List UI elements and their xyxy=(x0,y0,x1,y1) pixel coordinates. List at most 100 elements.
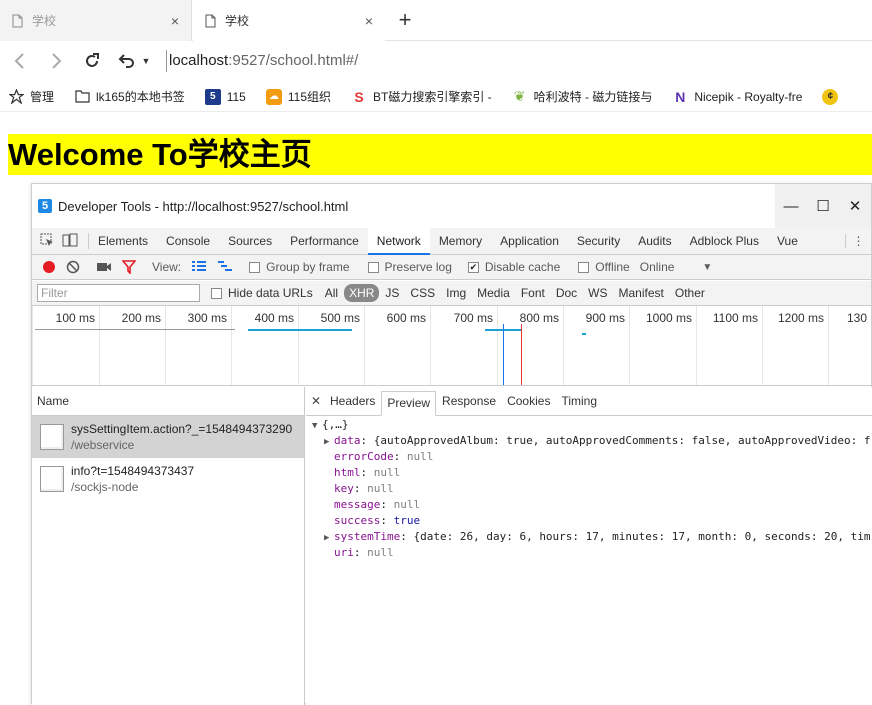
tab-timing[interactable]: Timing xyxy=(556,387,602,416)
devtools-tabbar: Elements Console Sources Performance Net… xyxy=(32,227,871,255)
bookmark-bt[interactable]: S BT磁力搜索引擎索引 - xyxy=(351,88,491,105)
name-column-header[interactable]: Name xyxy=(32,387,304,416)
large-rows-icon[interactable] xyxy=(191,261,207,273)
maximize-icon[interactable]: ☐ xyxy=(807,184,839,228)
undo-icon[interactable] xyxy=(115,50,139,72)
tab-network[interactable]: Network xyxy=(367,227,430,255)
json-systemtime-row[interactable]: ▶ systemTime: {date: 26, day: 6, hours: 1… xyxy=(312,529,872,545)
browser-tab-2[interactable]: 学校 × xyxy=(193,0,385,41)
close-icon[interactable]: ✕ xyxy=(307,394,325,408)
filter-other[interactable]: Other xyxy=(670,284,710,302)
tab-cookies[interactable]: Cookies xyxy=(502,387,555,416)
timeline-bar xyxy=(35,329,235,330)
tab-headers[interactable]: Headers xyxy=(325,387,380,416)
group-by-frame-toggle[interactable]: Group by frame xyxy=(249,260,350,274)
timeline-bar xyxy=(582,333,586,335)
filter-img[interactable]: Img xyxy=(441,284,471,302)
device-toolbar-icon[interactable] xyxy=(62,233,78,250)
new-tab-button[interactable]: + xyxy=(393,8,417,32)
filter-js[interactable]: JS xyxy=(380,284,404,302)
reload-icon[interactable] xyxy=(80,50,104,72)
checkbox[interactable] xyxy=(211,287,222,299)
filter-font[interactable]: Font xyxy=(516,284,550,302)
timeline-tick: 900 ms xyxy=(563,306,629,385)
tab-audits[interactable]: Audits xyxy=(629,228,680,255)
tab-label: 学校 xyxy=(32,14,57,28)
filter-css[interactable]: CSS xyxy=(405,284,440,302)
filter-bar: Filter Hide data URLs All XHR JS CSS Img… xyxy=(32,281,871,306)
hide-data-urls-toggle[interactable]: Hide data URLs xyxy=(211,286,313,300)
tab-response[interactable]: Response xyxy=(437,387,501,416)
tab-console[interactable]: Console xyxy=(157,228,219,255)
disable-cache-toggle[interactable]: ✔ Disable cache xyxy=(467,260,560,274)
bookmark-115-org[interactable]: ☁ 115组织 xyxy=(265,88,331,105)
checkbox-checked[interactable]: ✔ xyxy=(467,261,479,273)
bookmark-overflow[interactable]: ¢ xyxy=(822,88,844,105)
close-window-icon[interactable]: ✕ xyxy=(839,184,871,228)
bookmark-harry-potter[interactable]: ❦ 哈利波特 - 磁力链接与 xyxy=(512,88,653,105)
close-icon[interactable]: × xyxy=(165,13,185,29)
waterfall-icon[interactable] xyxy=(217,261,233,273)
checkbox[interactable] xyxy=(249,261,261,273)
record-icon[interactable] xyxy=(42,260,56,274)
browser-tab-1[interactable]: 学校 × xyxy=(0,0,192,41)
filter-all[interactable]: All xyxy=(320,284,343,302)
request-row[interactable]: sysSettingItem.action?_=1548494373290 /w… xyxy=(32,416,304,458)
checkbox[interactable] xyxy=(367,261,379,273)
json-root[interactable]: ▼ {,…} xyxy=(312,417,872,433)
offline-toggle[interactable]: Offline xyxy=(578,260,630,274)
inspect-icon[interactable] xyxy=(40,233,54,250)
tab-preview[interactable]: Preview xyxy=(381,390,437,416)
network-overview-timeline[interactable]: 100 ms 200 ms 300 ms 400 ms 500 ms 600 m… xyxy=(32,306,871,386)
tab-performance[interactable]: Performance xyxy=(281,228,368,255)
filter-input[interactable]: Filter xyxy=(37,284,200,302)
minimize-icon[interactable]: — xyxy=(775,184,807,228)
filter-ws[interactable]: WS xyxy=(583,284,612,302)
tab-application[interactable]: Application xyxy=(491,228,568,255)
filter-doc[interactable]: Doc xyxy=(551,284,582,302)
history-dropdown-icon[interactable]: ▼ xyxy=(140,50,152,72)
filter-icon[interactable] xyxy=(122,260,136,274)
timeline-tick: 100 ms xyxy=(32,306,99,385)
tab-sources[interactable]: Sources xyxy=(219,228,281,255)
timeline-tick: 800 ms xyxy=(497,306,563,385)
checkbox[interactable] xyxy=(578,261,590,273)
json-data-row[interactable]: ▶ data: {autoApprovedAlbum: true, autoApp… xyxy=(312,433,872,449)
bookmark-115[interactable]: 5 115 xyxy=(204,88,246,105)
close-icon[interactable]: × xyxy=(359,13,379,29)
clear-icon[interactable] xyxy=(66,260,80,274)
collapsed-triangle-icon[interactable]: ▶ xyxy=(324,530,334,546)
115-icon: 5 xyxy=(204,88,221,105)
timeline-tick: 300 ms xyxy=(165,306,231,385)
url-field[interactable]: localhost:9527/school.html#/ xyxy=(166,50,358,72)
request-list: Name sysSettingItem.action?_=15484943732… xyxy=(32,387,305,705)
bookmark-label: 管理 xyxy=(30,90,55,104)
preserve-log-toggle[interactable]: Preserve log xyxy=(367,260,452,274)
more-options-icon[interactable]: ⋮ xyxy=(845,234,871,248)
bookmark-label: 哈利波特 - 磁力链接与 xyxy=(533,90,653,104)
tab-memory[interactable]: Memory xyxy=(430,228,491,255)
tab-adblock-plus[interactable]: Adblock Plus xyxy=(681,228,768,255)
folder-icon xyxy=(74,89,90,105)
devtools-window: 5 Developer Tools - http://localhost:952… xyxy=(31,183,872,705)
tab-security[interactable]: Security xyxy=(568,228,629,255)
bookmark-folder[interactable]: lk165的本地书签 xyxy=(74,88,185,105)
bookmark-nicepik[interactable]: N Nicepik - Royalty-fre xyxy=(672,89,802,105)
screenshot-icon[interactable] xyxy=(96,261,112,273)
request-row[interactable]: info?t=1548494373437 /sockjs-node xyxy=(32,458,304,500)
throttling-select[interactable]: Online ▼ xyxy=(640,260,713,274)
network-panes: Name sysSettingItem.action?_=15484943732… xyxy=(32,387,872,705)
filter-xhr[interactable]: XHR xyxy=(344,284,380,302)
filter-media[interactable]: Media xyxy=(472,284,515,302)
forward-icon[interactable] xyxy=(44,50,68,72)
url-path: :9527/school.html#/ xyxy=(228,52,359,69)
filter-manifest[interactable]: Manifest xyxy=(614,284,669,302)
timeline-tick: 200 ms xyxy=(99,306,165,385)
json-success-row: success: true xyxy=(334,514,421,527)
bookmark-manage[interactable]: 管理 xyxy=(8,88,54,105)
tab-vue[interactable]: Vue xyxy=(768,228,807,255)
tab-elements[interactable]: Elements xyxy=(89,228,157,255)
expanded-triangle-icon[interactable]: ▼ xyxy=(312,418,322,434)
back-icon[interactable] xyxy=(8,50,32,72)
collapsed-triangle-icon[interactable]: ▶ xyxy=(324,434,334,450)
